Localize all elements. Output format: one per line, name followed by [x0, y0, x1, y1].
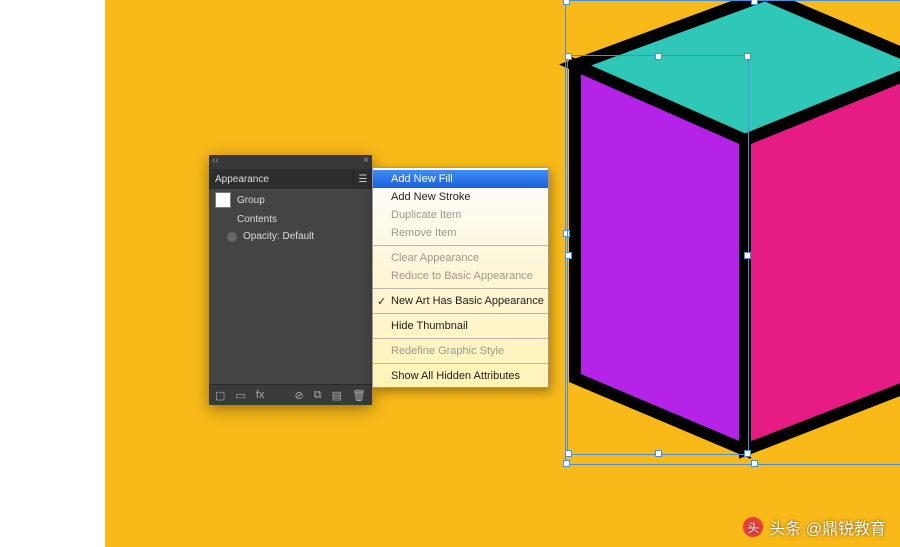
new-icon[interactable]: ▤	[332, 389, 342, 402]
menu-separator	[373, 245, 548, 246]
menu-separator	[373, 313, 548, 314]
menu-item-add-new-stroke[interactable]: Add New Stroke	[373, 188, 548, 206]
appearance-flyout-menu[interactable]: Add New FillAdd New StrokeDuplicate Item…	[372, 167, 549, 388]
group-label: Group	[237, 195, 265, 206]
fx-button[interactable]: fx	[256, 389, 265, 401]
appearance-tab[interactable]: Appearance	[209, 170, 275, 189]
menu-item-remove-item: Remove Item	[373, 224, 548, 242]
menu-separator	[373, 363, 548, 364]
menu-item-new-art-has-basic-appearance[interactable]: New Art Has Basic Appearance	[373, 292, 548, 310]
appearance-row-group[interactable]: Group	[209, 189, 372, 211]
duplicate-icon[interactable]: ⧉	[314, 389, 322, 402]
menu-item-clear-appearance: Clear Appearance	[373, 249, 548, 267]
menu-separator	[373, 338, 548, 339]
appearance-row-opacity[interactable]: Opacity: Default	[209, 228, 372, 245]
panel-tabrow: Appearance ☰	[209, 169, 372, 189]
appearance-panel[interactable]: ‹‹ × Appearance ☰ Group Contents Opacity…	[209, 155, 372, 405]
panel-collapse-icon[interactable]: ‹‹	[212, 155, 219, 169]
menu-item-hide-thumbnail[interactable]: Hide Thumbnail	[373, 317, 548, 335]
menu-item-redefine-graphic-style: Redefine Graphic Style	[373, 342, 548, 360]
menu-item-reduce-to-basic-appearance: Reduce to Basic Appearance	[373, 267, 548, 285]
watermark-logo-icon: 头	[743, 517, 763, 537]
panel-flyout-menu-button[interactable]: ☰	[353, 170, 372, 188]
stroke-icon[interactable]: ▭	[235, 389, 245, 402]
trash-icon[interactable]: 🗑	[352, 389, 366, 402]
watermark-text: 头条 @鼎锐教育	[769, 515, 886, 539]
panel-close-icon[interactable]: ×	[363, 155, 369, 169]
panel-titlebar[interactable]: ‹‹ ×	[209, 155, 372, 169]
clear-appearance-icon[interactable]: ⊘	[295, 389, 304, 402]
cube-front-face	[575, 65, 745, 450]
group-swatch	[215, 192, 231, 208]
menu-icon: ☰	[359, 174, 368, 185]
panel-footer: ▢ ▭ fx ⊘ ⧉ ▤ 🗑	[209, 384, 372, 405]
menu-item-show-all-hidden-attributes[interactable]: Show All Hidden Attributes	[373, 367, 548, 385]
menu-item-duplicate-item: Duplicate Item	[373, 206, 548, 224]
contents-label: Contents	[237, 214, 277, 225]
appearance-row-contents[interactable]: Contents	[209, 211, 372, 228]
menu-separator	[373, 288, 548, 289]
menu-item-add-new-fill[interactable]: Add New Fill	[373, 170, 548, 188]
visibility-toggle-icon[interactable]	[227, 232, 237, 242]
opacity-label: Opacity: Default	[243, 231, 314, 242]
no-fill-icon[interactable]: ▢	[215, 389, 225, 402]
watermark: 头 头条 @鼎锐教育	[743, 515, 886, 539]
